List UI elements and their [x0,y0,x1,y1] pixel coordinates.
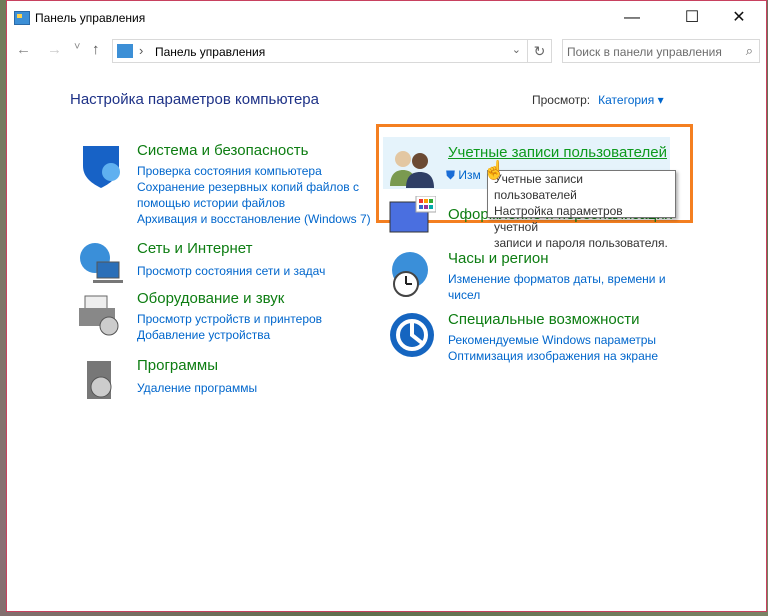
hand-cursor-icon: ☝ [483,160,506,180]
control-panel-icon [14,11,30,25]
recent-locations-button[interactable]: ˅ [74,41,80,53]
control-panel-icon [117,44,133,58]
refresh-button[interactable]: ↻ [527,40,551,62]
search-icon[interactable]: ⌕ [746,43,753,59]
forward-button[interactable]: → [47,41,62,58]
tooltip-text: записи и пароля пользователя. [494,236,668,250]
printer-icon [79,295,119,336]
category-title[interactable]: Программы [137,357,218,374]
link[interactable]: Изменение форматов даты, времени и [448,271,666,287]
breadcrumb-control-panel[interactable]: Панель управления [155,45,265,59]
close-button[interactable]: ✕ [716,5,762,31]
link[interactable]: Сохранение резервных копий файлов с [137,179,371,195]
maximize-button[interactable]: ☐ [669,5,715,31]
tooltip-text: Настройка параметров учетной [494,204,623,234]
navigation-bar: ← → ˅ ↑ › Панель управления ⌄ ↻ Поиск в … [7,39,766,63]
category-title[interactable]: Часы и регион [448,250,549,267]
link[interactable]: Просмотр состояния сети и задач [137,263,325,279]
link[interactable]: Оптимизация изображения на экране [448,348,658,364]
category-title[interactable]: Учетные записи пользователей [448,144,667,161]
view-dropdown[interactable]: Категория ▾ [598,93,663,107]
search-input[interactable]: Поиск в панели управления ⌕ [562,39,760,63]
uac-shield-icon: ⛊ [446,168,456,182]
category-title[interactable]: Система и безопасность [137,142,308,159]
category-title[interactable]: Оборудование и звук [137,290,284,307]
minimize-button[interactable]: — [609,5,655,31]
tooltip: Учетные записи пользователей Настройка п… [487,170,676,250]
link[interactable]: Удаление программы [137,380,257,396]
link[interactable]: Добавление устройства [137,327,322,343]
link[interactable]: Проверка состояния компьютера [137,163,371,179]
category-title[interactable]: Специальные возможности [448,311,640,328]
window-title: Панель управления [35,11,146,25]
title-bar: Панель управления — ☐ ✕ [7,1,766,35]
address-dropdown-button[interactable]: ⌄ [512,43,521,56]
view-selector: Просмотр: Категория ▾ [532,93,664,107]
shield-icon [83,146,120,188]
back-button[interactable]: ← [16,41,31,58]
users-icon [390,151,434,188]
search-placeholder: Поиск в панели управления [567,45,722,59]
network-globe-icon [80,243,123,283]
clock-globe-icon [392,252,428,297]
category-title[interactable]: Сеть и Интернет [137,240,253,257]
page-title: Настройка параметров компьютера [70,91,319,108]
breadcrumb-separator: › [139,43,144,58]
accessibility-icon [390,313,434,357]
link[interactable]: Архивация и восстановление (Windows 7) [137,211,371,227]
link[interactable]: чисел [448,287,666,303]
address-bar[interactable]: › Панель управления ⌄ ↻ [112,39,552,63]
programs-icon [87,361,112,399]
link[interactable]: Рекомендуемые Windows параметры [448,332,658,348]
link[interactable]: Изм [458,168,480,182]
link[interactable]: помощью истории файлов [137,195,371,211]
up-button[interactable]: ↑ [92,41,100,58]
tooltip-title: Учетные записи пользователей [494,172,583,202]
personalization-icon [389,196,436,233]
link[interactable]: Просмотр устройств и принтеров [137,311,322,327]
view-label: Просмотр: [532,93,591,107]
